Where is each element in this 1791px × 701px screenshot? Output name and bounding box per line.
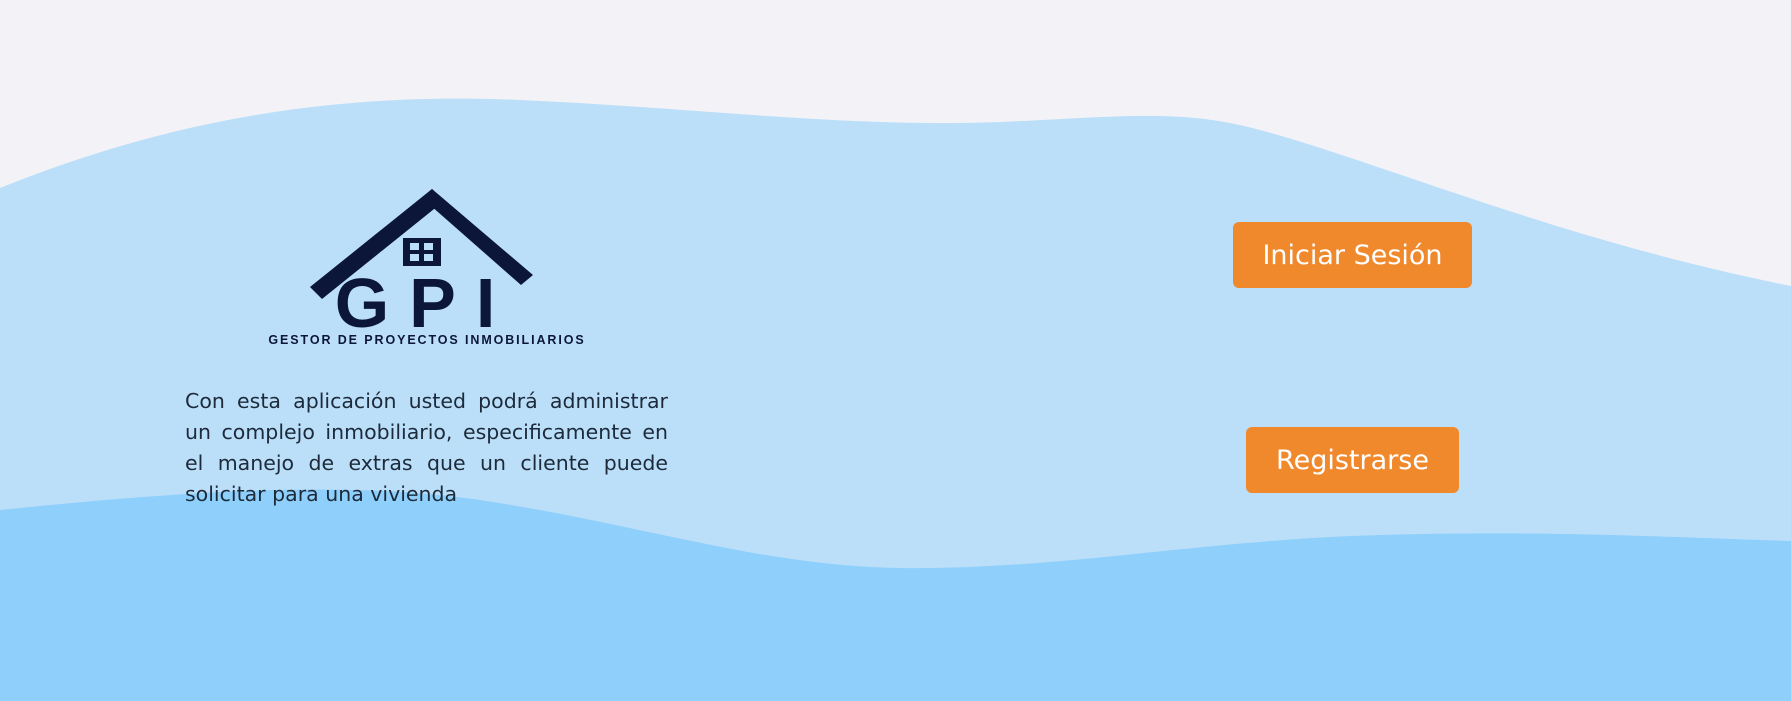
logo-title: GPI: [335, 264, 516, 342]
logo-subtitle: GESTOR DE PROYECTOS INMOBILIARIOS: [268, 333, 585, 347]
login-button[interactable]: Iniciar Sesión: [1233, 222, 1472, 288]
register-button[interactable]: Registrarse: [1246, 427, 1459, 493]
app-description: Con esta aplicación usted podrá administ…: [185, 389, 668, 506]
gpi-logo: GPI GESTOR DE PROYECTOS INMOBILIARIOS: [268, 189, 585, 347]
background-waves: [0, 98, 1791, 701]
